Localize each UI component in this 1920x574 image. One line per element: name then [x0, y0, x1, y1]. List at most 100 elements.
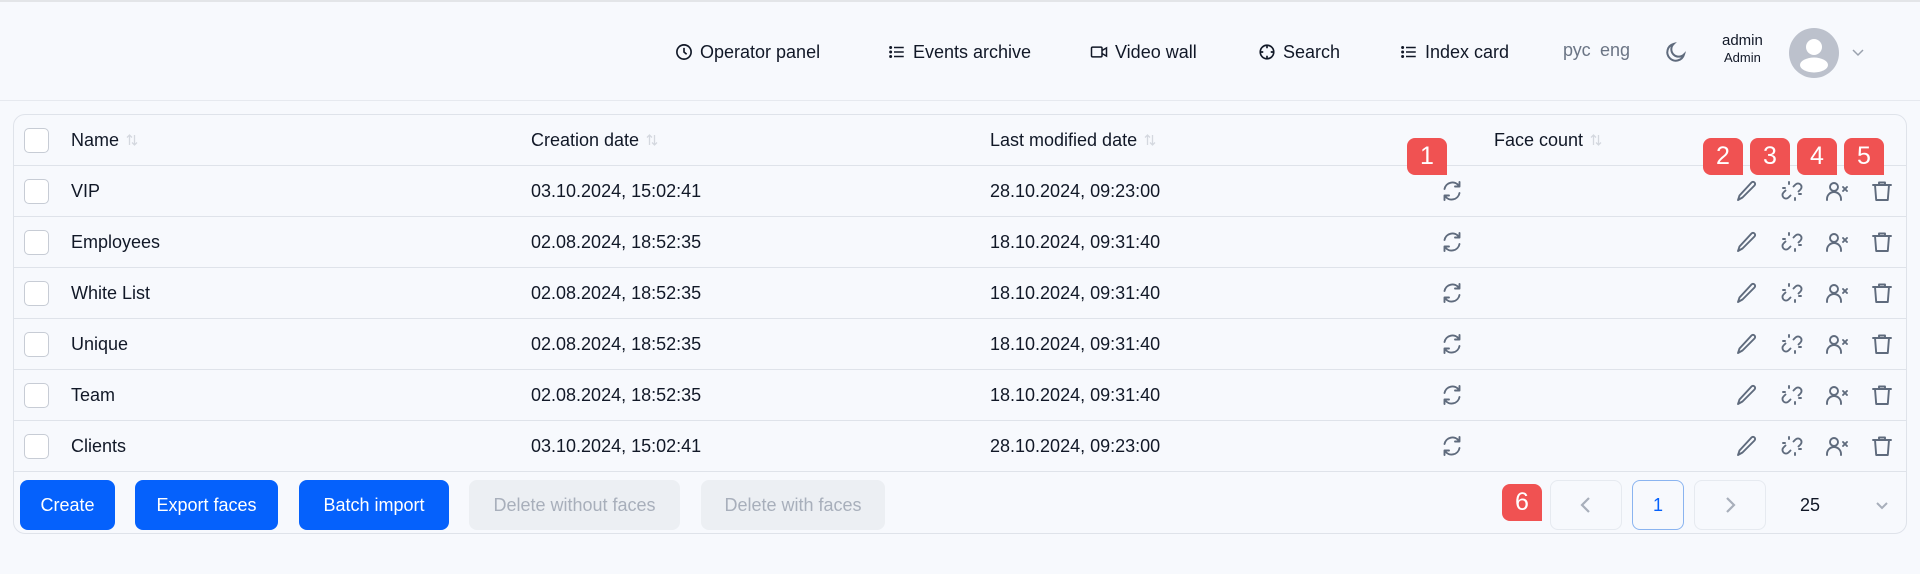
- column-header-creation-date[interactable]: Creation date: [531, 115, 658, 165]
- row-checkbox[interactable]: [24, 383, 49, 408]
- page-size-select[interactable]: 25: [1784, 480, 1894, 530]
- annotation-badge-5: 5: [1844, 138, 1884, 175]
- row-checkbox[interactable]: [24, 332, 49, 357]
- remove-faces-button[interactable]: [1825, 434, 1849, 458]
- cell-last-modified: 18.10.2024, 09:31:40: [990, 231, 1161, 252]
- language-english[interactable]: eng: [1600, 40, 1630, 61]
- row-checkbox[interactable]: [24, 434, 49, 459]
- row-checkbox[interactable]: [24, 179, 49, 204]
- language-russian[interactable]: рус: [1563, 40, 1591, 61]
- next-page-button[interactable]: [1694, 480, 1766, 530]
- edit-button[interactable]: [1735, 179, 1759, 203]
- annotation-badge-6: 6: [1502, 484, 1542, 521]
- nav-label: Operator panel: [700, 41, 821, 62]
- unlink-button[interactable]: [1780, 281, 1804, 305]
- refresh-icon: [1440, 436, 1464, 462]
- edit-button[interactable]: [1735, 230, 1759, 254]
- row-checkbox[interactable]: [24, 230, 49, 255]
- chevron-down-icon: [1876, 502, 1888, 510]
- create-button[interactable]: Create: [20, 480, 115, 530]
- delete-button[interactable]: [1870, 383, 1894, 407]
- unlink-icon: [1780, 334, 1804, 360]
- unlink-button[interactable]: [1780, 179, 1804, 203]
- delete-button[interactable]: [1870, 230, 1894, 254]
- table-row[interactable]: Unique 02.08.2024, 18:52:35 18.10.2024, 09…: [14, 319, 1906, 370]
- column-header-face-count[interactable]: Face count: [1494, 115, 1602, 165]
- nav-label: Search: [1283, 41, 1341, 62]
- unlink-icon: [1780, 283, 1804, 309]
- nav-search[interactable]: Search: [1258, 40, 1340, 64]
- theme-toggle-button[interactable]: [1664, 40, 1688, 64]
- cell-name[interactable]: Employees: [71, 217, 160, 267]
- user-menu-chevron[interactable]: [1851, 45, 1865, 59]
- nav-video-wall[interactable]: Video wall: [1090, 40, 1197, 64]
- unlink-button[interactable]: [1780, 332, 1804, 356]
- edit-button[interactable]: [1735, 383, 1759, 407]
- list-icon: [1401, 46, 1416, 58]
- remove-faces-button[interactable]: [1825, 383, 1849, 407]
- batch-import-button[interactable]: Batch import: [299, 480, 449, 530]
- nav-events-archive[interactable]: Events archive: [888, 40, 1031, 64]
- cell-name[interactable]: White List: [71, 268, 150, 318]
- unlink-button[interactable]: [1780, 434, 1804, 458]
- refresh-button[interactable]: [1440, 179, 1464, 203]
- table-row[interactable]: White List 02.08.2024, 18:52:35 18.10.2024…: [14, 268, 1906, 319]
- unlink-icon: [1780, 232, 1804, 258]
- cell-last-modified: 18.10.2024, 09:31:40: [990, 333, 1161, 354]
- edit-button[interactable]: [1735, 332, 1759, 356]
- refresh-button[interactable]: [1440, 383, 1464, 407]
- edit-button[interactable]: [1735, 434, 1759, 458]
- column-header-name[interactable]: Name: [71, 115, 138, 165]
- table-row[interactable]: VIP 03.10.2024, 15:02:41 28.10.2024, 09:23…: [14, 166, 1906, 217]
- annotation-badge-1: 1: [1407, 138, 1447, 175]
- cell-name[interactable]: Clients: [71, 421, 126, 471]
- user-login: admin: [1722, 32, 1763, 49]
- user-remove-icon: [1825, 386, 1849, 411]
- cell-name[interactable]: VIP: [71, 166, 100, 216]
- export-faces-button[interactable]: Export faces: [135, 480, 278, 530]
- table-row[interactable]: Employees 02.08.2024, 18:52:35 18.10.2024,…: [14, 217, 1906, 268]
- delete-button[interactable]: [1870, 179, 1894, 203]
- column-label: Last modified date: [990, 129, 1138, 150]
- refresh-button[interactable]: [1440, 332, 1464, 356]
- annotation-badge-2: 2: [1703, 138, 1743, 175]
- row-checkbox[interactable]: [24, 281, 49, 306]
- unlink-button[interactable]: [1780, 230, 1804, 254]
- user-remove-icon: [1825, 233, 1849, 258]
- refresh-icon: [1440, 283, 1464, 309]
- trash-icon: [1870, 385, 1894, 411]
- delete-button[interactable]: [1870, 434, 1894, 458]
- refresh-icon: [1440, 232, 1464, 258]
- chevron-down-icon: [1852, 49, 1864, 57]
- nav-index-card[interactable]: Index card: [1400, 40, 1509, 64]
- refresh-button[interactable]: [1440, 230, 1464, 254]
- refresh-icon: [1440, 334, 1464, 360]
- refresh-button[interactable]: [1440, 281, 1464, 305]
- page-1-button[interactable]: 1: [1632, 480, 1684, 530]
- edit-button[interactable]: [1735, 281, 1759, 305]
- remove-faces-button[interactable]: [1825, 281, 1849, 305]
- remove-faces-button[interactable]: [1825, 332, 1849, 356]
- delete-button[interactable]: [1870, 281, 1894, 305]
- annotation-badge-3: 3: [1750, 138, 1790, 175]
- column-header-last-modified[interactable]: Last modified date: [990, 115, 1156, 165]
- remove-faces-button[interactable]: [1825, 230, 1849, 254]
- avatar[interactable]: [1789, 28, 1839, 78]
- table-row[interactable]: Clients 03.10.2024, 15:02:41 28.10.2024, 0…: [14, 421, 1906, 472]
- nav-operator-panel[interactable]: Operator panel: [675, 40, 820, 64]
- select-all-checkbox[interactable]: [24, 128, 49, 153]
- table-row[interactable]: Team 02.08.2024, 18:52:35 18.10.2024, 09:3…: [14, 370, 1906, 421]
- top-navigation-bar: Operator panel Events archive Video wall…: [0, 0, 1920, 101]
- refresh-button[interactable]: [1440, 434, 1464, 458]
- user-info[interactable]: admin Admin: [1722, 32, 1763, 66]
- sort-icon: [126, 134, 138, 146]
- unlink-button[interactable]: [1780, 383, 1804, 407]
- nav-label: Video wall: [1115, 41, 1197, 62]
- cell-name[interactable]: Team: [71, 370, 115, 420]
- sort-icon: [1590, 134, 1602, 146]
- nav-label: Events archive: [913, 41, 1032, 62]
- delete-button[interactable]: [1870, 332, 1894, 356]
- cell-name[interactable]: Unique: [71, 319, 128, 369]
- remove-faces-button[interactable]: [1825, 179, 1849, 203]
- previous-page-button[interactable]: [1550, 480, 1622, 530]
